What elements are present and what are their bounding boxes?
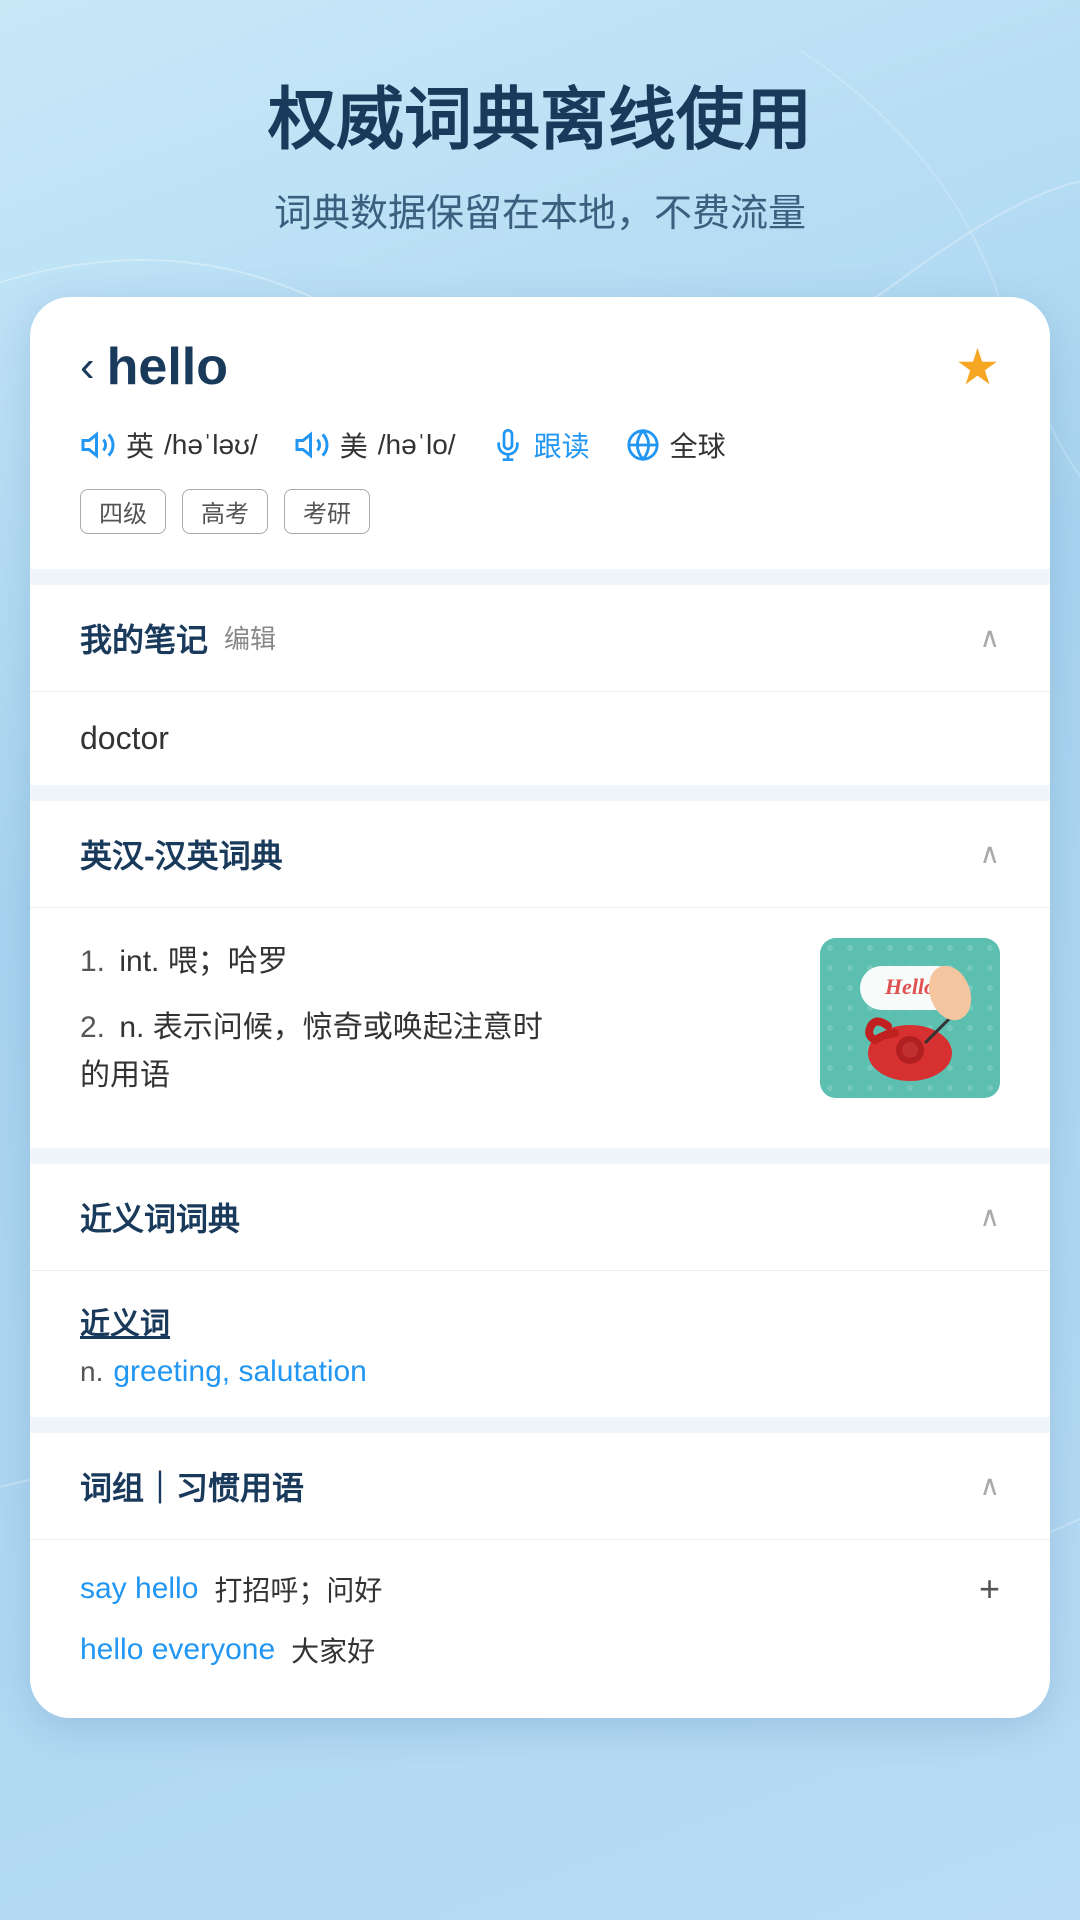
- mic-icon: [492, 429, 524, 461]
- synonyms-section-title: 近义词词典: [80, 1194, 240, 1240]
- dict-collapse-icon[interactable]: ∧: [980, 837, 1001, 870]
- phrases-section-title: 词组｜习惯用语: [80, 1463, 304, 1509]
- phrases-section: 词组｜习惯用语 ∧ say hello 打招呼；问好 + hello every…: [30, 1433, 1050, 1718]
- notes-section-title: 我的笔记: [80, 615, 208, 661]
- word-display: hello: [107, 337, 228, 397]
- word-header: ‹ hello ★ 英 /həˈləʊ/: [30, 297, 1050, 569]
- dict-section-header[interactable]: 英汉-汉英词典 ∧: [30, 801, 1050, 908]
- phrase-en-1[interactable]: say hello: [80, 1572, 198, 1606]
- en-phonetic: /həˈləʊ/: [164, 429, 258, 461]
- phrases-collapse-icon[interactable]: ∧: [980, 1469, 1001, 1502]
- dict-section-title: 英汉-汉英词典: [80, 831, 283, 877]
- dict-definitions: 1. int. 喂；哈罗 2. n. 表示问候，惊奇或唤起注意时的用语: [80, 938, 800, 1118]
- dict-content: 1. int. 喂；哈罗 2. n. 表示问候，惊奇或唤起注意时的用语: [30, 908, 1050, 1148]
- phrase-item-2: hello everyone 大家好: [80, 1630, 1000, 1670]
- synonym-label: 近义词: [80, 1299, 1000, 1343]
- notes-content: doctor: [30, 692, 1050, 785]
- global-label: 全球: [670, 425, 726, 465]
- phrase-item-1: say hello 打招呼；问好 +: [80, 1568, 1000, 1610]
- back-button[interactable]: ‹: [80, 342, 95, 392]
- notes-text: doctor: [80, 720, 169, 756]
- dict-section: 英汉-汉英词典 ∧ 1. int. 喂；哈罗 2. n. 表示问候，惊奇或唤起注…: [30, 801, 1050, 1148]
- dictionary-card: ‹ hello ★ 英 /həˈləʊ/: [30, 297, 1050, 1718]
- favorite-star-icon[interactable]: ★: [955, 338, 1000, 396]
- hello-illustration: Hello: [820, 938, 1000, 1098]
- notes-section: 我的笔记 编辑 ∧ doctor: [30, 585, 1050, 785]
- notes-edit-button[interactable]: 编辑: [224, 619, 276, 656]
- global-icon: [626, 428, 660, 462]
- phrases-section-header[interactable]: 词组｜习惯用语 ∧: [30, 1433, 1050, 1540]
- en-region-label: 英: [126, 425, 154, 465]
- page-main-title: 权威词典离线使用: [60, 80, 1020, 162]
- notes-collapse-icon[interactable]: ∧: [980, 621, 1001, 654]
- sound-us-icon: [294, 427, 330, 463]
- synonym-words[interactable]: greeting, salutation: [113, 1355, 367, 1389]
- word-tags: 四级 高考 考研: [80, 489, 1000, 534]
- synonyms-section: 近义词词典 ∧ 近义词 n. greeting, salutation: [30, 1164, 1050, 1417]
- synonym-pos: n.: [80, 1356, 103, 1388]
- synonyms-collapse-icon[interactable]: ∧: [980, 1200, 1001, 1233]
- definition-2: 2. n. 表示问候，惊奇或唤起注意时的用语: [80, 1004, 800, 1100]
- def-num-2: 2.: [80, 1011, 105, 1044]
- synonyms-section-header[interactable]: 近义词词典 ∧: [30, 1164, 1050, 1271]
- global-button[interactable]: 全球: [626, 425, 726, 465]
- def-text-1: int. 喂；哈罗: [119, 945, 287, 978]
- tag-graduate: 考研: [284, 489, 370, 534]
- follow-read-label: 跟读: [534, 425, 590, 465]
- page-sub-title: 词典数据保留在本地，不费流量: [60, 182, 1020, 237]
- svg-text:Hello: Hello: [884, 974, 935, 999]
- phrase-cn-2: 大家好: [291, 1630, 375, 1670]
- phrase-plus-1[interactable]: +: [979, 1568, 1000, 1610]
- follow-read-button[interactable]: 跟读: [492, 425, 590, 465]
- phrase-cn-1: 打招呼；问好: [214, 1569, 382, 1609]
- definition-1: 1. int. 喂；哈罗: [80, 938, 800, 986]
- us-region-label: 美: [340, 425, 368, 465]
- american-pronunciation[interactable]: 美 /həˈlo/: [294, 425, 456, 465]
- phrase-en-2[interactable]: hello everyone: [80, 1633, 275, 1667]
- def-num-1: 1.: [80, 945, 105, 978]
- def-text-2: n. 表示问候，惊奇或唤起注意时的用语: [80, 1011, 543, 1092]
- notes-section-header[interactable]: 我的笔记 编辑 ∧: [30, 585, 1050, 692]
- sound-en-icon: [80, 427, 116, 463]
- tag-gaokao: 高考: [182, 489, 268, 534]
- tag-cet4: 四级: [80, 489, 166, 534]
- synonym-content: 近义词 n. greeting, salutation: [30, 1271, 1050, 1417]
- us-phonetic: /həˈlo/: [378, 429, 456, 461]
- english-pronunciation[interactable]: 英 /həˈləʊ/: [80, 425, 258, 465]
- phrases-content: say hello 打招呼；问好 + hello everyone 大家好: [30, 1540, 1050, 1718]
